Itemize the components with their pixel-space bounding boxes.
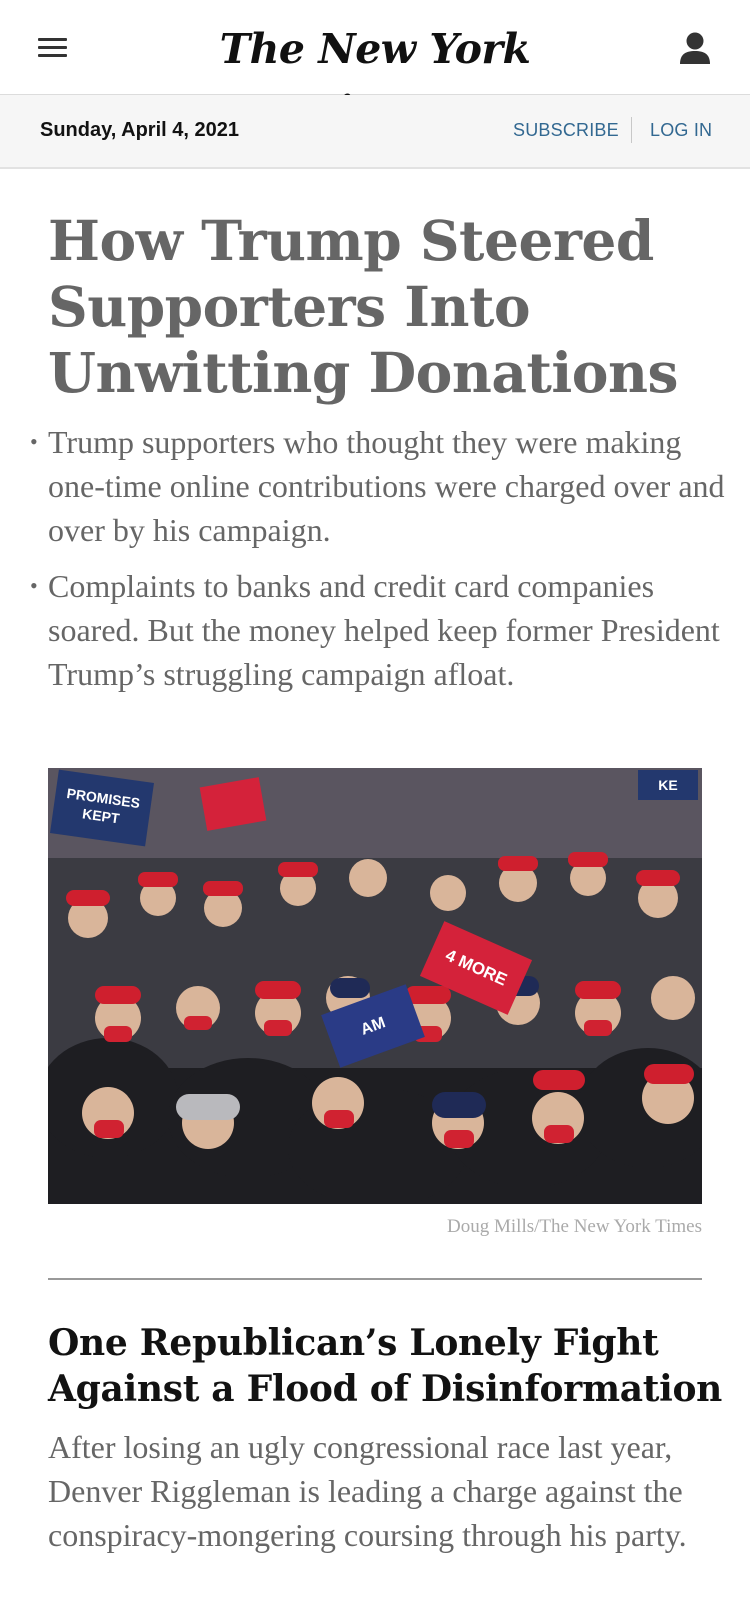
link-divider (631, 117, 632, 143)
bullet-dot: • (30, 429, 38, 454)
person-icon[interactable] (674, 28, 716, 70)
menu-line (38, 38, 67, 41)
date-bar: Sunday, April 4, 2021 SUBSCRIBE LOG IN (0, 95, 750, 169)
bullet-dot: • (30, 573, 38, 598)
second-story-summary: After losing an ugly congressional race … (48, 1429, 687, 1553)
summary-bullet: • Trump supporters who thought they were… (28, 420, 728, 552)
photo-credit: Doug Mills/The New York Times (447, 1216, 702, 1237)
menu-line (38, 54, 67, 57)
subscribe-link[interactable]: SUBSCRIBE (513, 120, 619, 141)
nyt-masthead-logo[interactable]: The New York Times (150, 18, 600, 135)
login-link[interactable]: LOG IN (650, 120, 712, 141)
lead-story-summary-list: • Trump supporters who thought they were… (28, 420, 728, 708)
summary-text: Complaints to banks and credit card comp… (48, 568, 720, 692)
menu-line (38, 46, 67, 49)
top-navigation-bar: The New York Times (0, 0, 750, 135)
svg-text:KE: KE (658, 777, 677, 793)
lead-story-photo[interactable]: PROMISES KEPT 4 MORE AM KE (48, 768, 702, 1204)
current-date: Sunday, April 4, 2021 (40, 119, 239, 141)
hamburger-menu-icon[interactable] (34, 32, 74, 64)
second-story-headline[interactable]: One Republican’s Lonely Fight Against a … (48, 1320, 728, 1412)
section-divider (48, 1278, 702, 1280)
rally-crowd-image: PROMISES KEPT 4 MORE AM KE (48, 768, 702, 1204)
summary-text: Trump supporters who thought they were m… (48, 424, 725, 548)
lead-story-headline[interactable]: How Trump Steered Supporters Into Unwitt… (48, 208, 728, 406)
summary-bullet: • Complaints to banks and credit card co… (28, 564, 728, 696)
